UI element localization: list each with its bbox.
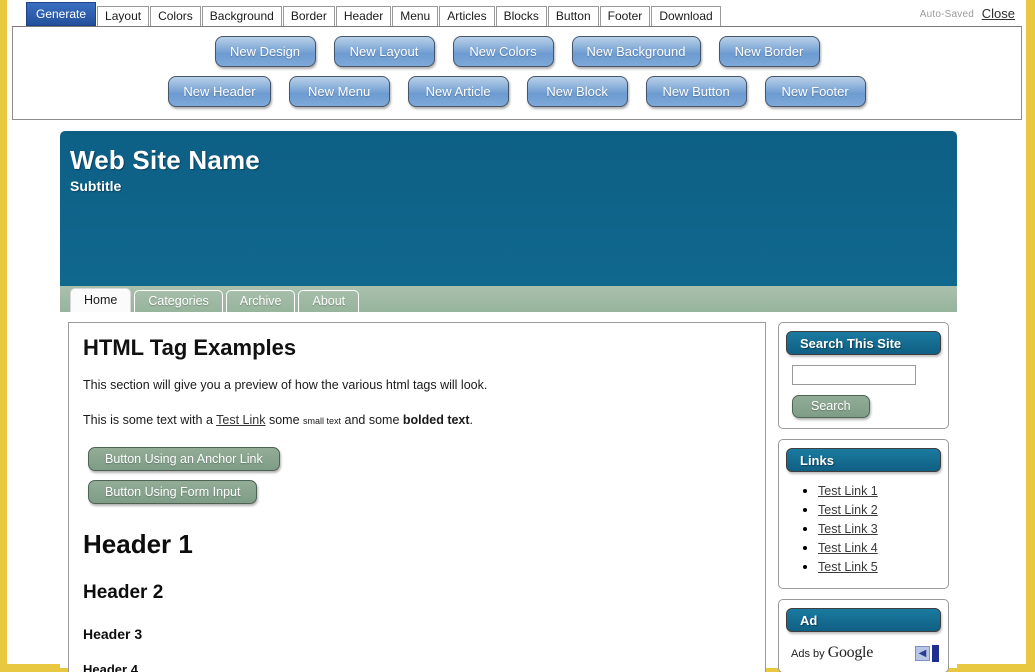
site-header: Web Site Name Subtitle xyxy=(60,131,957,286)
generator-buttons-panel: New Design New Layout New Colors New Backgr… xyxy=(12,27,1022,120)
new-menu-button[interactable]: New Menu xyxy=(288,76,390,107)
tab-layout[interactable]: Layout xyxy=(97,6,150,26)
links-block-title: Links xyxy=(786,448,941,472)
tab-colors[interactable]: Colors xyxy=(150,6,201,26)
new-article-button[interactable]: New Article xyxy=(407,76,509,107)
site-subtitle: Subtitle xyxy=(70,178,122,194)
google-wordmark: Google xyxy=(827,644,874,661)
arrow-left-icon[interactable]: ◀ xyxy=(915,645,930,661)
ad-controls: ◀ xyxy=(915,644,939,662)
menu-item-archive[interactable]: Archive xyxy=(225,290,296,312)
tab-download[interactable]: Download xyxy=(651,6,721,26)
new-footer-button[interactable]: New Footer xyxy=(764,76,866,107)
tab-header[interactable]: Header xyxy=(335,6,392,26)
tab-menu[interactable]: Menu xyxy=(392,6,439,26)
app-window: Generate Layout Colors Background Border Head… xyxy=(0,0,1035,672)
intro-paragraph: This section will give you a preview of … xyxy=(83,377,751,394)
tab-border[interactable]: Border xyxy=(282,6,335,26)
search-button[interactable]: Search xyxy=(792,395,870,418)
ad-bar-icon xyxy=(932,644,939,662)
sample-paragraph: This is some text with a Test Link some … xyxy=(83,412,751,429)
article-content: HTML Tag Examples This section will give… xyxy=(68,322,766,672)
generator-button-row-2: New Header New Menu New Article New Block Ne… xyxy=(13,76,1021,107)
new-layout-button[interactable]: New Layout xyxy=(333,36,435,67)
generator-button-row-1: New Design New Layout New Colors New Backgr… xyxy=(13,36,1021,67)
new-block-button[interactable]: New Block xyxy=(526,76,628,107)
anchor-button-wrap: Button Using an Anchor Link xyxy=(83,446,751,480)
ads-by-google-label: Ads by Google xyxy=(791,644,873,662)
site-body: HTML Tag Examples This section will give… xyxy=(60,312,957,672)
ad-block: Ad Ads by Google ◀ xyxy=(778,599,949,672)
menu-item-home[interactable]: Home xyxy=(70,288,132,312)
form-input-button[interactable]: Button Using Form Input xyxy=(88,479,258,504)
ads-by-google-row: Ads by Google ◀ xyxy=(786,642,941,662)
site-menu-bar: Home Categories Archive About xyxy=(60,286,957,312)
sidebar-link-1[interactable]: Test Link 1 xyxy=(818,484,878,498)
new-button-button[interactable]: New Button xyxy=(645,76,747,107)
sidebar-link-4[interactable]: Test Link 4 xyxy=(818,541,878,555)
new-border-button[interactable]: New Border xyxy=(718,36,820,67)
new-design-button[interactable]: New Design xyxy=(214,36,316,67)
sidebar-link-2[interactable]: Test Link 2 xyxy=(818,503,878,517)
links-list: Test Link 1 Test Link 2 Test Link 3 Test… xyxy=(786,482,941,576)
menu-item-categories[interactable]: Categories xyxy=(134,290,223,312)
sample-header-1: Header 1 xyxy=(83,528,193,559)
menu-item-about[interactable]: About xyxy=(298,290,360,312)
generator-tabstrip: Generate Layout Colors Background Border Head… xyxy=(12,0,1022,27)
anchor-link-button[interactable]: Button Using an Anchor Link xyxy=(88,446,280,471)
small-text: small text xyxy=(303,415,342,426)
tab-blocks[interactable]: Blocks xyxy=(495,6,547,26)
tab-generate[interactable]: Generate xyxy=(26,2,97,26)
search-input[interactable] xyxy=(792,365,916,385)
sidebar-link-5[interactable]: Test Link 5 xyxy=(818,560,878,574)
sample-pre: This is some text with a xyxy=(83,412,217,427)
sample-mid: some xyxy=(265,412,304,427)
sidebar-link-3[interactable]: Test Link 3 xyxy=(818,522,878,536)
autosave-status: Auto-Saved xyxy=(919,9,974,20)
generator-panel: Generate Layout Colors Background Border Head… xyxy=(12,0,1022,120)
sidebar: Search This Site Search Links Test Link … xyxy=(778,322,949,672)
tab-button[interactable]: Button xyxy=(547,6,599,26)
list-item: Test Link 5 xyxy=(818,558,941,576)
sample-header-4: Header 4 xyxy=(83,661,138,672)
search-block-title: Search This Site xyxy=(786,331,941,355)
list-item: Test Link 4 xyxy=(818,539,941,557)
list-item: Test Link 3 xyxy=(818,520,941,538)
close-link[interactable]: Close xyxy=(982,6,1015,21)
intro-text: This section will give you a preview of … xyxy=(83,378,488,392)
test-link[interactable]: Test Link xyxy=(216,413,265,427)
site-preview: Web Site Name Subtitle Home Categories Arc… xyxy=(60,131,957,672)
tab-footer[interactable]: Footer xyxy=(599,6,651,26)
tab-articles[interactable]: Articles xyxy=(439,6,495,26)
new-background-button[interactable]: New Background xyxy=(571,36,701,67)
forminput-button-wrap: Button Using Form Input xyxy=(83,479,751,513)
links-block: Links Test Link 1 Test Link 2 Test Link … xyxy=(778,439,949,589)
sample-header-3: Header 3 xyxy=(83,625,143,642)
ads-by-text: Ads by xyxy=(791,648,828,660)
new-colors-button[interactable]: New Colors xyxy=(452,36,554,67)
list-item: Test Link 2 xyxy=(818,501,941,519)
list-item: Test Link 1 xyxy=(818,482,941,500)
sample-end: . xyxy=(469,412,474,427)
bolded-text: bolded text xyxy=(402,412,470,427)
page-title: HTML Tag Examples xyxy=(83,335,297,360)
new-header-button[interactable]: New Header xyxy=(168,76,271,107)
sample-header-2: Header 2 xyxy=(83,581,164,603)
ad-block-title: Ad xyxy=(786,608,941,632)
tab-background[interactable]: Background xyxy=(201,6,282,26)
sample-mid2: and some xyxy=(341,412,403,427)
search-block: Search This Site Search xyxy=(778,322,949,429)
site-name: Web Site Name xyxy=(70,145,260,175)
